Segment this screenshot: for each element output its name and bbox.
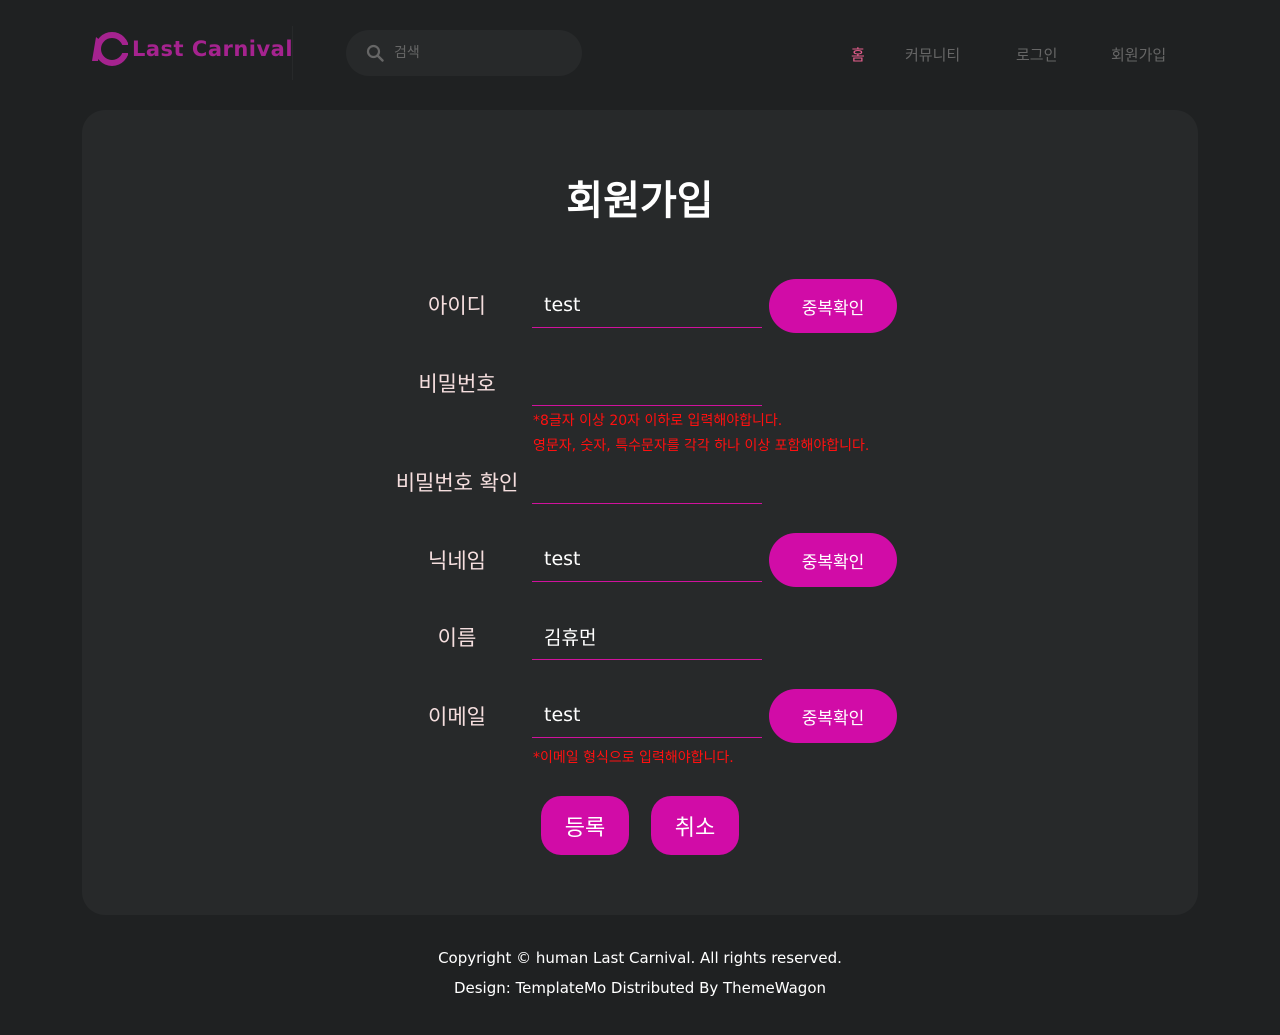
submit-button[interactable]: 등록 xyxy=(541,796,629,855)
nickname-field xyxy=(532,536,762,582)
nickname-input[interactable] xyxy=(532,536,762,581)
id-field xyxy=(532,282,762,328)
password-confirm-label: 비밀번호 확인 xyxy=(395,471,519,495)
password-input[interactable] xyxy=(532,360,762,405)
nickname-label: 닉네임 xyxy=(428,549,486,573)
email-duplicate-check-button[interactable]: 중복확인 xyxy=(769,689,897,743)
footer-copyright: Copyright © human Last Carnival. All rig… xyxy=(438,949,842,967)
password-confirm-field xyxy=(532,458,762,504)
name-input[interactable] xyxy=(532,614,762,659)
id-duplicate-check-button[interactable]: 중복확인 xyxy=(769,279,897,333)
name-label: 이름 xyxy=(437,626,477,650)
main-nav: 홈 커뮤니티 로그인 회원가입 xyxy=(0,44,1280,66)
email-warning: *이메일 형식으로 입력해야합니다. xyxy=(533,750,734,766)
name-field xyxy=(532,614,762,660)
password-warning-rule: *8글자 이상 20자 이하로 입력해야합니다. xyxy=(533,413,783,429)
cancel-button[interactable]: 취소 xyxy=(651,796,739,855)
password-warning-chars: 영문자, 숫자, 특수문자를 각각 하나 이상 포함해야합니다. xyxy=(533,438,870,454)
id-label: 아이디 xyxy=(428,294,486,318)
signup-card xyxy=(82,110,1198,915)
nav-item-signup[interactable]: 회원가입 xyxy=(1111,44,1166,65)
email-input[interactable] xyxy=(532,692,762,737)
id-input[interactable] xyxy=(532,282,762,327)
footer-design-credit: Design: TemplateMo Distributed By ThemeW… xyxy=(453,979,827,997)
nav-item-home[interactable]: 홈 xyxy=(851,44,865,65)
page-title: 회원가입 xyxy=(566,178,714,224)
email-field xyxy=(532,692,762,738)
password-field xyxy=(532,360,762,406)
nav-item-login[interactable]: 로그인 xyxy=(1016,44,1057,65)
password-confirm-input[interactable] xyxy=(532,458,762,503)
nav-item-community[interactable]: 커뮤니티 xyxy=(905,44,960,65)
password-label: 비밀번호 xyxy=(418,372,496,396)
email-label: 이메일 xyxy=(428,705,486,729)
site-header: Last Carnival 홈 커뮤니티 로그인 회원가입 xyxy=(0,0,1280,110)
nickname-duplicate-check-button[interactable]: 중복확인 xyxy=(769,533,897,587)
